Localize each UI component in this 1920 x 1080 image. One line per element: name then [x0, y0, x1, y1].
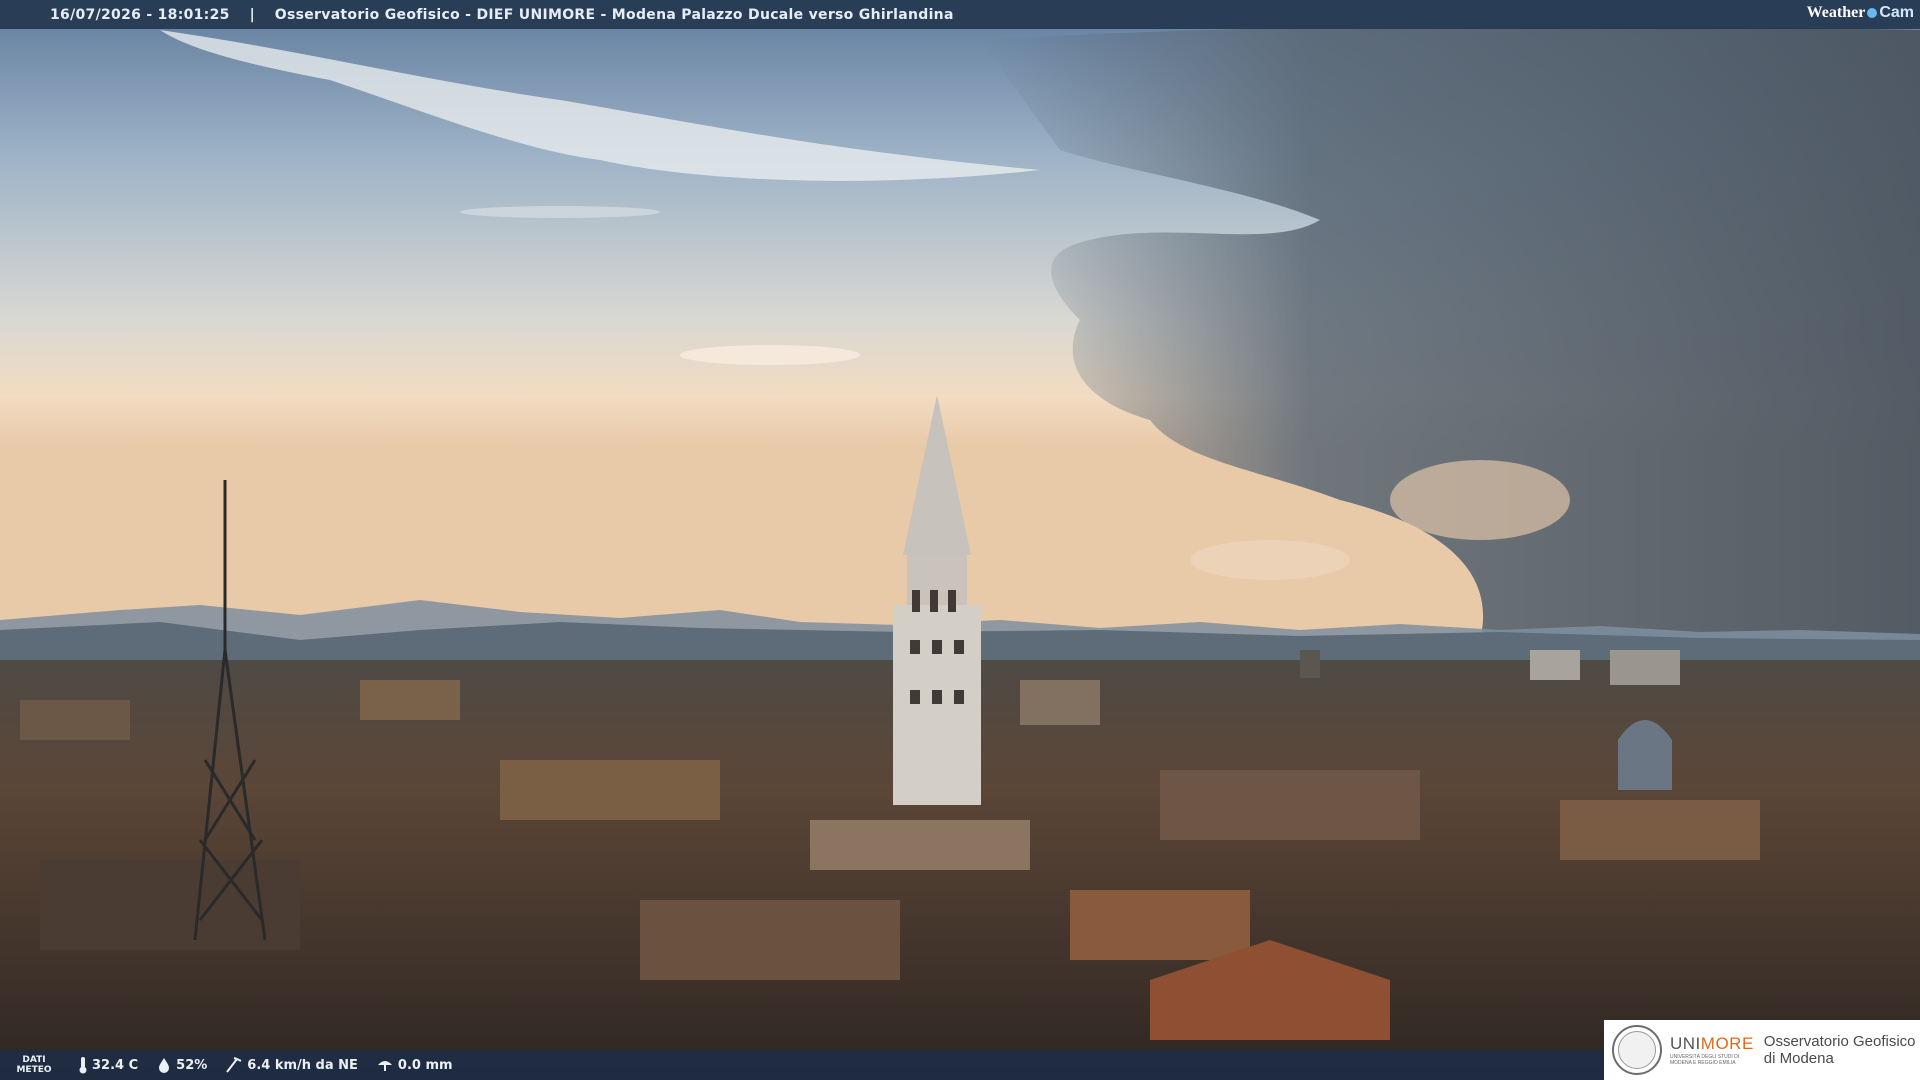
temperature-reading: 32.4 C — [78, 1056, 138, 1074]
weathercam-dot-icon — [1867, 8, 1878, 18]
cloud-glow — [1390, 460, 1570, 540]
weathercam-logo-cam: Cam — [1879, 4, 1914, 21]
church-dome — [1618, 720, 1672, 790]
meteo-label-line1: DATI — [22, 1055, 46, 1065]
university-seal-icon — [1612, 1025, 1662, 1075]
roof — [500, 760, 720, 820]
roof — [1070, 890, 1250, 960]
weathercam-logo: Weather Cam — [1807, 4, 1914, 22]
camera-title: Osservatorio Geofisico - DIEF UNIMORE - … — [274, 6, 954, 23]
wind-value: 6.4 km/h da NE — [247, 1057, 358, 1073]
webcam-frame: 16/07/2026 - 18:01:25 | Osservatorio Geo… — [0, 0, 1920, 1080]
roof — [640, 900, 900, 980]
cloud-wisp — [460, 206, 660, 218]
university-subtitle: UNIVERSITÀ DEGLI STUDI DI MODENA E REGGI… — [1670, 1054, 1740, 1066]
timestamp: 16/07/2026 - 18:01:25 — [50, 6, 230, 23]
roof — [1160, 770, 1420, 840]
meteo-label: DATI METEO — [8, 1055, 60, 1075]
roof — [810, 820, 1030, 870]
thermometer-icon — [79, 1057, 87, 1074]
wind-reading: 6.4 km/h da NE — [225, 1056, 358, 1074]
university-name: UNIMORE UNIVERSITÀ DEGLI STUDI DI MODENA… — [1670, 1034, 1754, 1066]
rain-value: 0.0 mm — [397, 1057, 453, 1073]
caption-bar: 16/07/2026 - 18:01:25 | Osservatorio Geo… — [0, 0, 1920, 29]
humidity-reading: 52% — [156, 1057, 207, 1073]
humidity-value: 52% — [176, 1057, 208, 1073]
institution-logo: UNIMORE UNIVERSITÀ DEGLI STUDI DI MODENA… — [1604, 1020, 1920, 1080]
cloud-glow — [1190, 540, 1350, 580]
university-name-prefix: UNI — [1670, 1034, 1701, 1053]
roof — [1300, 650, 1320, 678]
observatory-line1: Osservatorio Geofisico — [1763, 1033, 1916, 1050]
weathercam-logo-weather: Weather — [1806, 4, 1866, 21]
roof — [1560, 800, 1760, 860]
university-name-suffix: MORE — [1700, 1034, 1754, 1053]
humidity-icon — [159, 1058, 170, 1073]
roof — [360, 680, 460, 720]
observatory-line2: di Modena — [1763, 1050, 1834, 1067]
meteo-data-bar: DATI METEO 32.4 C 52% 6.4 km/h da NE 0.0… — [0, 1050, 1604, 1080]
temperature-value: 32.4 C — [92, 1057, 139, 1073]
wind-icon — [226, 1057, 242, 1073]
rain-icon — [377, 1061, 392, 1071]
city-panorama — [0, 0, 1920, 1080]
observatory-name: Osservatorio Geofisico di Modena — [1764, 1033, 1916, 1067]
roof — [1020, 680, 1100, 725]
roof — [1530, 650, 1580, 680]
meteo-label-line2: METEO — [16, 1065, 52, 1075]
rain-reading: 0.0 mm — [376, 1057, 453, 1073]
roof — [20, 700, 130, 740]
cloud-wisp — [680, 345, 860, 365]
caption-separator: | — [249, 6, 255, 23]
roof — [1610, 650, 1680, 685]
